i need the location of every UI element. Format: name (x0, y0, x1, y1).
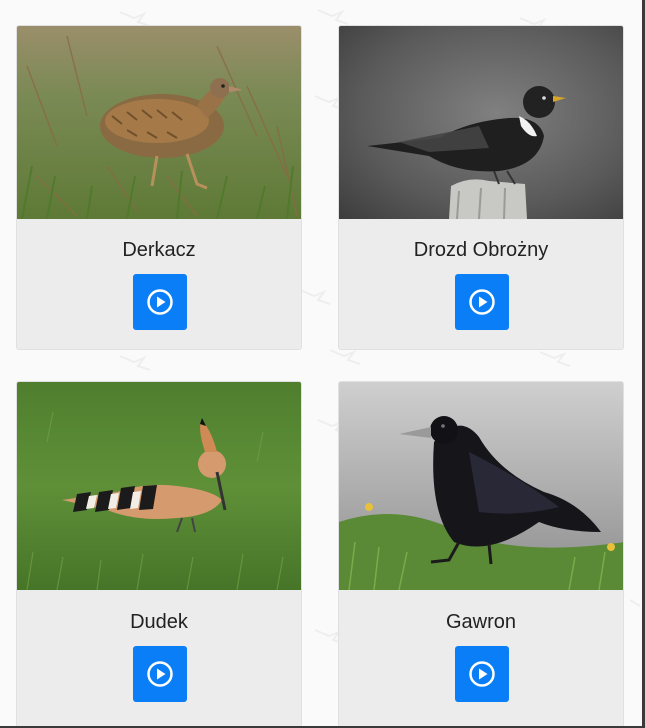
bird-photo-derkacz (17, 26, 301, 219)
play-sound-button[interactable] (455, 646, 509, 702)
bird-photo-gawron (339, 382, 623, 590)
bird-name: Gawron (445, 611, 517, 633)
bird-name: Derkacz (122, 239, 196, 261)
play-sound-button[interactable] (133, 274, 187, 330)
play-sound-button[interactable] (133, 646, 187, 702)
bird-name: Dudek (130, 611, 188, 633)
play-circle-icon (469, 289, 495, 315)
play-circle-icon (147, 661, 173, 687)
bird-card-gawron: Gawron (338, 381, 624, 728)
bird-photo-dudek (17, 382, 301, 590)
bird-card-dudek: Dudek (16, 381, 302, 728)
bird-photo-drozd-obrozny (339, 26, 623, 219)
bird-card-derkacz: Derkacz (16, 25, 302, 350)
play-sound-button[interactable] (455, 274, 509, 330)
bird-name: Drozd Obrożny (413, 239, 549, 261)
bird-card-drozd-obrozny: Drozd Obrożny (338, 25, 624, 350)
play-circle-icon (469, 661, 495, 687)
play-circle-icon (147, 289, 173, 315)
